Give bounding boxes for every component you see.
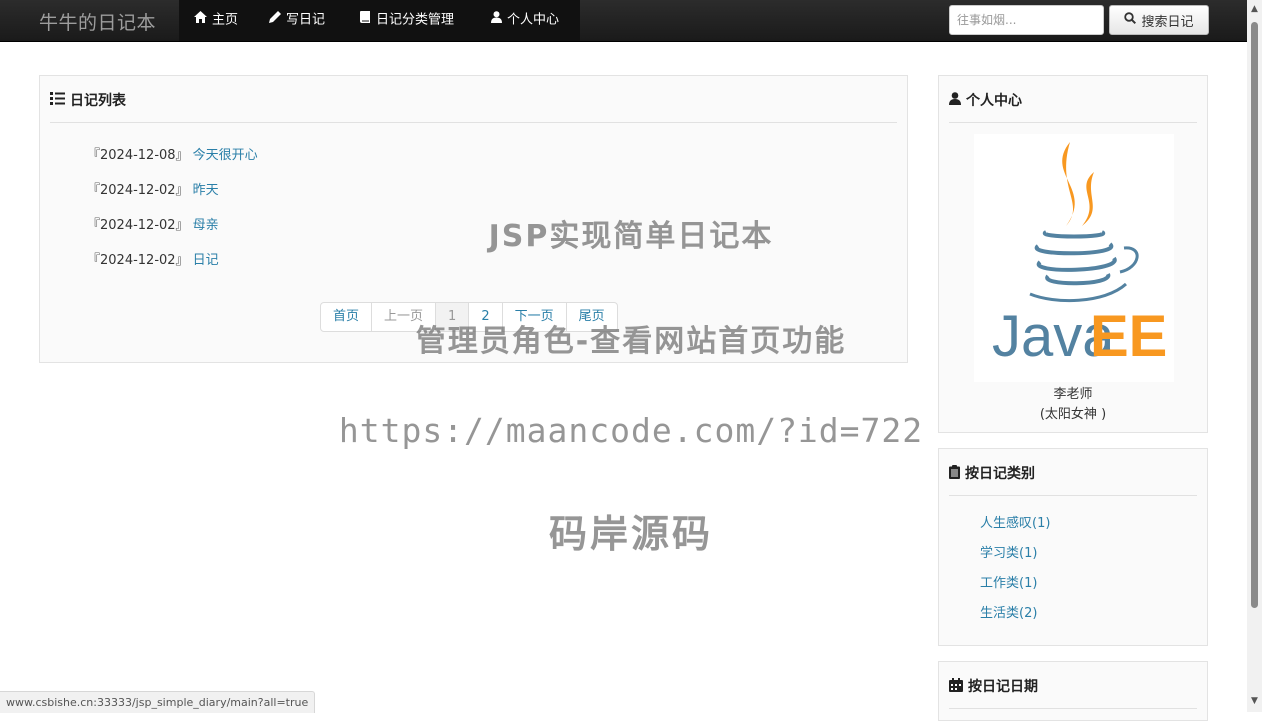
category-header: 按日记类别 bbox=[949, 463, 1197, 496]
profile-header: 个人中心 bbox=[949, 90, 1197, 123]
diary-date: 『2024-12-02』 bbox=[87, 253, 189, 268]
user-icon bbox=[491, 0, 502, 40]
scrollbar-thumb[interactable] bbox=[1251, 22, 1258, 608]
scroll-up-icon[interactable]: ▲ bbox=[1247, 2, 1262, 16]
diary-title-link[interactable]: 母亲 bbox=[193, 218, 219, 233]
nav-menu: 主页 写日记 日记分类管理 个人中心 bbox=[179, 0, 580, 41]
pagination-last[interactable]: 尾页 bbox=[565, 302, 618, 332]
date-header: 按日记日期 bbox=[949, 676, 1197, 709]
diary-date: 『2024-12-02』 bbox=[87, 183, 189, 198]
nav-item-profile[interactable]: 个人中心 bbox=[491, 0, 559, 41]
category-link[interactable]: 生活类(2) bbox=[980, 602, 1037, 621]
date-title: 按日记日期 bbox=[968, 679, 1038, 695]
category-link[interactable]: 人生感叹(1) bbox=[980, 512, 1050, 531]
date-panel: 按日记日期 bbox=[938, 661, 1208, 721]
home-icon bbox=[194, 0, 207, 40]
nav-item-profile-label: 个人中心 bbox=[507, 12, 560, 28]
list-item: 『2024-12-08』 今天很开心 bbox=[87, 144, 258, 163]
pagination-next[interactable]: 下一页 bbox=[501, 302, 567, 332]
calendar-icon bbox=[949, 678, 963, 696]
profile-title: 个人中心 bbox=[966, 93, 1022, 109]
list-icon bbox=[50, 92, 65, 109]
diary-list-header: 日记列表 bbox=[50, 90, 897, 123]
brand-title[interactable]: 牛牛的日记本 bbox=[39, 8, 156, 35]
pagination-page-2[interactable]: 2 bbox=[468, 302, 503, 332]
pagination-first[interactable]: 首页 bbox=[320, 302, 373, 332]
profile-panel: 个人中心 Java EE 李老师 (太阳女神 ) bbox=[938, 75, 1208, 433]
vertical-scrollbar[interactable]: ▲ ▼ bbox=[1247, 0, 1262, 712]
nav-item-home-label: 主页 bbox=[212, 12, 239, 28]
pagination: 首页 上一页 1 2 下一页 尾页 bbox=[320, 302, 618, 332]
category-link[interactable]: 工作类(1) bbox=[980, 572, 1037, 591]
user-icon bbox=[949, 92, 961, 109]
category-title: 按日记类别 bbox=[965, 466, 1035, 482]
search-button-label: 搜索日记 bbox=[1141, 14, 1194, 30]
diary-title-link[interactable]: 昨天 bbox=[193, 183, 219, 198]
top-navbar: 牛牛的日记本 主页 写日记 日记分类管理 个人中心 搜索日记 bbox=[0, 0, 1247, 42]
search-icon bbox=[1124, 12, 1137, 28]
ee-logo-text: EE bbox=[1090, 304, 1167, 369]
nav-item-category-manage-label: 日记分类管理 bbox=[376, 12, 455, 28]
pagination-prev[interactable]: 上一页 bbox=[371, 302, 437, 332]
category-link[interactable]: 学习类(1) bbox=[980, 542, 1037, 561]
scroll-down-icon[interactable]: ▼ bbox=[1247, 694, 1262, 708]
diary-date: 『2024-12-08』 bbox=[87, 148, 189, 163]
nav-item-write-diary[interactable]: 写日记 bbox=[269, 0, 325, 41]
diary-date: 『2024-12-02』 bbox=[87, 218, 189, 233]
nav-item-category-manage[interactable]: 日记分类管理 bbox=[360, 0, 454, 41]
profile-name: 李老师 bbox=[1053, 387, 1093, 402]
pencil-icon bbox=[269, 0, 281, 40]
nav-item-write-diary-label: 写日记 bbox=[286, 12, 326, 28]
book-icon bbox=[360, 0, 371, 40]
category-panel: 按日记类别 人生感叹(1) 学习类(1) 工作类(1) 生活类(2) bbox=[938, 448, 1208, 646]
nav-item-home[interactable]: 主页 bbox=[194, 0, 238, 41]
list-item: 『2024-12-02』 日记 bbox=[87, 249, 219, 268]
clipboard-icon bbox=[949, 465, 960, 483]
list-item: 『2024-12-02』 昨天 bbox=[87, 179, 219, 198]
java-ee-logo: Java EE bbox=[974, 134, 1174, 382]
diary-title-link[interactable]: 日记 bbox=[193, 253, 219, 268]
diary-list-title: 日记列表 bbox=[70, 93, 126, 109]
diary-title-link[interactable]: 今天很开心 bbox=[193, 148, 258, 163]
profile-motto: (太阳女神 ) bbox=[1039, 407, 1107, 422]
list-item: 『2024-12-02』 母亲 bbox=[87, 214, 219, 233]
pagination-page-1[interactable]: 1 bbox=[435, 302, 470, 332]
search-input[interactable] bbox=[949, 5, 1104, 35]
search-button[interactable]: 搜索日记 bbox=[1109, 5, 1209, 35]
browser-status-bar: www.csbishe.cn:33333/jsp_simple_diary/ma… bbox=[0, 691, 316, 713]
